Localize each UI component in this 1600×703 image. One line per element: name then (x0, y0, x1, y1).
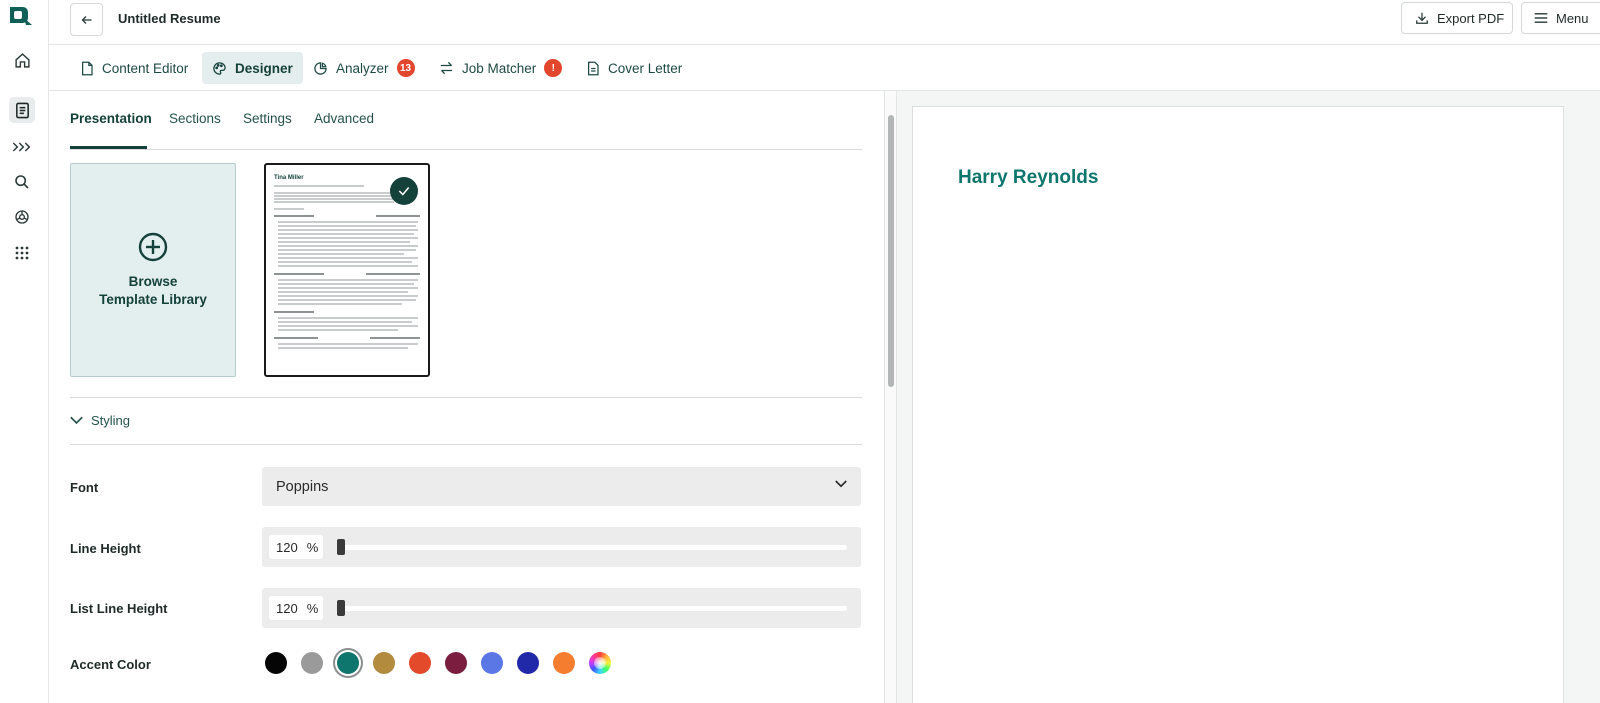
search-icon[interactable] (9, 169, 35, 195)
accent-color-swatch[interactable] (265, 652, 287, 674)
menu-label: Menu (1556, 10, 1589, 26)
browser-icon[interactable] (9, 204, 35, 230)
tab-job-matcher[interactable]: Job Matcher ! (429, 52, 572, 84)
scrollbar-thumb[interactable] (888, 115, 894, 387)
line-height-control: 120 % (262, 527, 861, 567)
designer-panel: Presentation Sections Settings Advanced … (49, 91, 884, 703)
chevron-down-icon (835, 480, 847, 488)
subtab-advanced[interactable]: Advanced (314, 111, 374, 126)
export-pdf-button[interactable]: Export PDF (1401, 2, 1513, 34)
tab-analyzer[interactable]: Analyzer 13 (303, 52, 425, 84)
analyzer-count-badge: 13 (396, 59, 415, 77)
accent-color-swatches (265, 652, 611, 674)
resume-name: Harry Reynolds (958, 167, 1099, 188)
tab-designer[interactable]: Designer (202, 52, 303, 84)
custom-color-picker-swatch[interactable] (589, 652, 611, 674)
browse-template-library-button[interactable]: Browse Template Library (70, 163, 236, 377)
line-height-value: 120 (276, 539, 298, 555)
section-divider (70, 444, 862, 445)
accent-color-swatch[interactable] (373, 652, 395, 674)
browse-label-line1: Browse (128, 274, 178, 289)
plus-circle-icon (138, 232, 168, 262)
letter-document-icon (588, 61, 599, 75)
job-matcher-alert-badge: ! (544, 59, 563, 77)
accent-color-swatch[interactable] (481, 652, 503, 674)
designer-subtabs: Presentation Sections Settings Advanced (70, 91, 862, 150)
tab-designer-label: Designer (235, 60, 293, 76)
styling-label: Styling (91, 413, 131, 428)
resume-preview-page: Harry Reynolds (912, 106, 1564, 703)
resume-preview-area: Harry Reynolds (897, 91, 1600, 703)
tab-job-matcher-label: Job Matcher (462, 60, 537, 76)
list-line-height-label: List Line Height (70, 601, 168, 616)
percent-unit: % (306, 539, 319, 555)
download-icon (1416, 12, 1428, 24)
tab-cover-letter-label: Cover Letter (608, 60, 683, 76)
swap-arrows-icon (440, 61, 453, 75)
list-line-height-control: 120 % (262, 588, 861, 628)
subtab-presentation[interactable]: Presentation (70, 111, 152, 126)
tab-content-editor-label: Content Editor (102, 60, 189, 76)
selected-checkmark-icon (390, 177, 418, 205)
accent-color-swatch[interactable] (517, 652, 539, 674)
browse-label-line2: Template Library (99, 292, 207, 307)
active-subtab-indicator (70, 146, 147, 149)
hamburger-icon (1534, 13, 1548, 23)
left-rail (0, 0, 49, 703)
export-pdf-label: Export PDF (1437, 10, 1505, 26)
palette-icon (213, 61, 226, 75)
tab-content-editor[interactable]: Content Editor (70, 52, 198, 84)
menu-button[interactable]: Menu (1521, 2, 1600, 34)
font-label: Font (70, 480, 99, 495)
section-divider (70, 397, 862, 398)
chevron-down-icon (70, 416, 83, 425)
document-title[interactable]: Untitled Resume (118, 11, 221, 26)
template-thumb-name: Tina Miller (274, 175, 304, 181)
font-select-value: Poppins (276, 478, 329, 495)
back-button[interactable] (70, 3, 103, 36)
subtab-settings[interactable]: Settings (243, 111, 292, 126)
line-height-slider-track[interactable] (340, 545, 847, 550)
accent-color-swatch[interactable] (409, 652, 431, 674)
tab-analyzer-label: Analyzer (336, 60, 389, 76)
top-header: Untitled Resume Export PDF Menu (49, 0, 1600, 45)
resume-document-icon[interactable] (9, 97, 35, 123)
accent-color-label: Accent Color (70, 657, 151, 672)
subtab-sections[interactable]: Sections (169, 111, 221, 126)
chevrons-right-icon[interactable] (9, 134, 35, 160)
accent-color-swatch[interactable] (445, 652, 467, 674)
list-line-height-input[interactable]: 120 % (269, 596, 323, 620)
accent-color-swatch[interactable] (301, 652, 323, 674)
font-select[interactable]: Poppins (262, 467, 861, 506)
selected-template-thumbnail[interactable]: Tina Miller (264, 163, 430, 377)
accent-color-swatch[interactable] (553, 652, 575, 674)
line-height-slider-handle[interactable] (337, 539, 345, 555)
tab-cover-letter[interactable]: Cover Letter (576, 52, 692, 84)
list-line-height-slider-track[interactable] (340, 606, 847, 611)
document-icon (82, 61, 93, 75)
styling-section-toggle[interactable]: Styling (70, 413, 130, 428)
app-logo-icon[interactable] (8, 4, 36, 28)
pie-chart-icon (314, 61, 327, 75)
accent-color-swatch[interactable] (337, 652, 359, 674)
home-icon[interactable] (9, 47, 35, 73)
line-height-input[interactable]: 120 % (269, 535, 323, 559)
panel-scrollbar[interactable] (884, 91, 897, 703)
main-tab-bar: Content Editor Designer Analyzer 13 Job … (49, 45, 1600, 91)
line-height-label: Line Height (70, 541, 141, 556)
apps-grid-icon[interactable] (9, 240, 35, 266)
percent-unit: % (306, 600, 319, 616)
list-line-height-value: 120 (276, 600, 298, 616)
list-line-height-slider-handle[interactable] (337, 600, 345, 616)
